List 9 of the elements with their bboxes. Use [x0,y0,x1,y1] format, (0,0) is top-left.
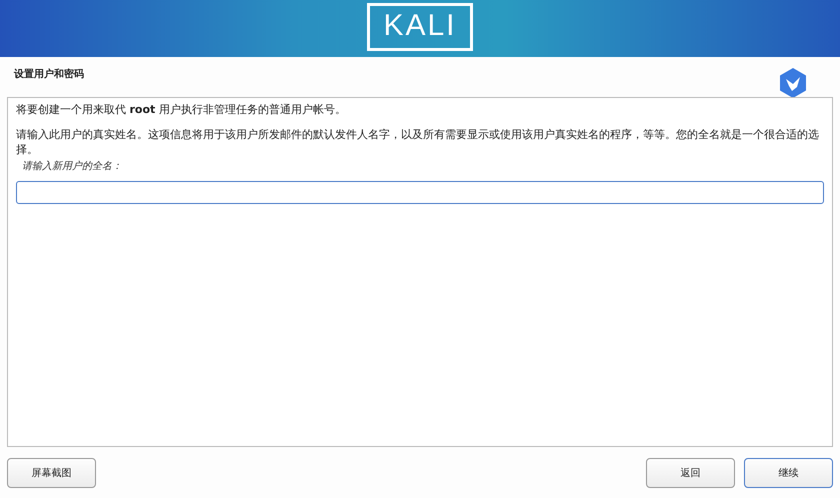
full-name-field[interactable] [16,181,824,204]
screenshot-button[interactable]: 屏幕截图 [7,458,96,488]
continue-button[interactable]: 继续 [744,458,833,488]
description-text: 将要创建一个用来取代 root 用户执行非管理任务的普通用户帐号。 [16,102,347,117]
description-text: 请输入此用户的真实姓名。这项信息将用于该用户所发邮件的默认发件人名字，以及所有需要显示或使用该用户真实姓名的程序，等等。您的全名就是一个很合适的选择。 [16,127,820,157]
logo: KALI [367,3,473,51]
back-button[interactable]: 返回 [646,458,735,488]
field-label: 请输入新用户的全名： [22,160,123,173]
page-title: 设置用户和密码 [14,67,84,81]
